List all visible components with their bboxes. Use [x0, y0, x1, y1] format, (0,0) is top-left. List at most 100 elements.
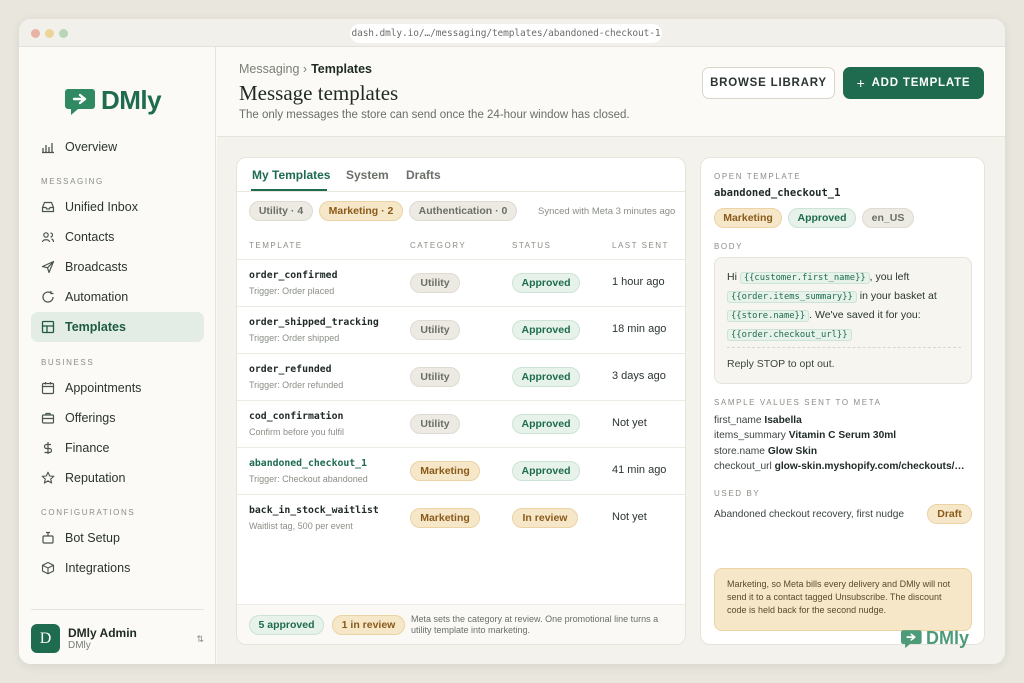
chat-logo-icon [65, 88, 95, 115]
table-row[interactable]: order_refunded Trigger: Order refunded U… [237, 353, 685, 400]
sample-value: Vitamin C Serum 30ml [788, 430, 897, 441]
breadcrumb-parent[interactable]: Messaging [239, 62, 299, 76]
brand-logo[interactable]: DMly [65, 85, 162, 116]
cube-icon [41, 561, 55, 575]
page-title: Message templates [239, 81, 399, 105]
used-by-automation[interactable]: Abandoned checkout recovery, first nudge [714, 509, 904, 520]
approved-count: 5 approved [249, 615, 324, 635]
sidebar: DMly Overview MESSAGING Unified Inbox Co… [19, 47, 216, 664]
star-icon [41, 471, 55, 484]
sidebar-item-overview[interactable]: Overview [31, 132, 204, 162]
sidebar-label: Automation [65, 290, 129, 304]
avatar: D [31, 624, 60, 653]
body-text-segment: , you left [869, 271, 910, 283]
close-dot[interactable] [31, 29, 40, 38]
sidebar-label: Offerings [65, 411, 116, 425]
table-row[interactable]: order_shipped_tracking Trigger: Order sh… [237, 306, 685, 353]
sidebar-item-reputation[interactable]: Reputation [31, 463, 204, 493]
section-business: BUSINESS [41, 358, 95, 367]
sample-value-row: first_name Isabella [714, 415, 802, 426]
table-row[interactable]: order_confirmed Trigger: Order placed Ut… [237, 259, 685, 306]
body-divider [727, 347, 961, 348]
minimize-dot[interactable] [45, 29, 54, 38]
last-sent: 1 hour ago [612, 276, 665, 288]
sample-key: first_name [714, 415, 762, 426]
plus-icon: + [856, 75, 866, 91]
opt-out-line: Reply STOP to opt out. [727, 358, 835, 370]
table-row[interactable]: abandoned_checkout_1 Trigger: Checkout a… [237, 447, 685, 494]
users-icon [41, 232, 55, 243]
used-by-status-badge: Draft [927, 504, 972, 524]
last-sent: 18 min ago [612, 323, 667, 335]
template-name: order_refunded [249, 364, 332, 375]
browse-library-button[interactable]: BROWSE LIBRARY [702, 67, 835, 99]
table-row[interactable]: cod_confirmation Confirm before you fulf… [237, 400, 685, 447]
sidebar-label: Finance [65, 441, 110, 455]
sidebar-item-appointments[interactable]: Appointments [31, 373, 204, 403]
body-text: Hi {{customer.first_name}}, you left {{o… [727, 268, 965, 344]
body-text-segment: . We've saved it for you: [809, 309, 921, 321]
sidebar-item-contacts[interactable]: Contacts [31, 222, 204, 252]
url-bar[interactable]: dash.dmly.io/…/messaging/templates/aband… [350, 24, 662, 43]
maximize-dot[interactable] [59, 29, 68, 38]
calendar-icon [41, 382, 55, 395]
chevron-updown-icon: ⇅ [196, 634, 204, 644]
refresh-icon [42, 291, 54, 303]
body-label: BODY [714, 242, 744, 251]
template-name: back_in_stock_waitlist [249, 505, 379, 516]
sidebar-item-broadcasts[interactable]: Broadcasts [31, 252, 204, 282]
filter-marketing[interactable]: Marketing · 2 [319, 201, 403, 221]
sidebar-item-unified-inbox[interactable]: Unified Inbox [31, 192, 204, 222]
sidebar-item-bot-setup[interactable]: Bot Setup [31, 523, 204, 553]
sidebar-item-templates[interactable]: Templates [31, 312, 204, 342]
sidebar-label: Unified Inbox [65, 200, 138, 214]
tab-system[interactable]: System [346, 168, 389, 182]
watermark-text: DMly [926, 628, 970, 648]
billing-note: Marketing, so Meta bills every delivery … [714, 568, 972, 631]
col-template: TEMPLATE [249, 241, 303, 250]
sample-values-label: SAMPLE VALUES SENT TO META [714, 398, 882, 407]
sidebar-item-finance[interactable]: Finance [31, 433, 204, 463]
detail-status-tag: Approved [788, 208, 856, 228]
section-messaging: MESSAGING [41, 177, 104, 186]
template-name: cod_confirmation [249, 411, 344, 422]
main-content: My Templates System Drafts Utility · 4 M… [217, 137, 1005, 664]
status-badge: Approved [512, 461, 580, 481]
user-menu[interactable]: D DMly Admin DMly ⇅ [31, 609, 204, 659]
category-badge: Marketing [410, 461, 480, 481]
tab-my-templates[interactable]: My Templates [252, 168, 330, 182]
templates-card: My Templates System Drafts Utility · 4 M… [236, 157, 686, 645]
col-status: STATUS [512, 241, 552, 250]
tab-drafts[interactable]: Drafts [406, 168, 441, 182]
table-row[interactable]: back_in_stock_waitlist Waitlist tag, 500… [237, 494, 685, 541]
template-name: abandoned_checkout_1 [249, 458, 367, 469]
category-badge: Marketing [410, 508, 480, 528]
sidebar-item-automation[interactable]: Automation [31, 282, 204, 312]
sidebar-label: Broadcasts [65, 260, 128, 274]
add-template-button[interactable]: + ADD TEMPLATE [843, 67, 984, 99]
dollar-icon [43, 442, 53, 454]
template-trigger: Confirm before you fulfil [249, 427, 345, 437]
last-sent: 3 days ago [612, 370, 666, 382]
status-badge: Approved [512, 414, 580, 434]
open-template-label: OPEN TEMPLATE [714, 172, 802, 181]
category-badge: Utility [410, 414, 460, 434]
sidebar-item-offerings[interactable]: Offerings [31, 403, 204, 433]
sample-value: Glow Skin [767, 446, 818, 457]
table-footer: 5 approved 1 in review Meta sets the cat… [237, 604, 685, 644]
tab-underline [251, 189, 327, 191]
filter-authentication[interactable]: Authentication · 0 [409, 201, 517, 221]
category-badge: Utility [410, 320, 460, 340]
used-by-label: USED BY [714, 489, 761, 498]
sidebar-item-integrations[interactable]: Integrations [31, 553, 204, 583]
variable-chip: {{store.name}} [727, 310, 810, 322]
sample-key: store.name [714, 446, 765, 457]
filter-utility[interactable]: Utility · 4 [249, 201, 313, 221]
send-icon [41, 260, 55, 274]
breadcrumb-current: Templates [311, 62, 372, 76]
body-text-segment: Hi [727, 271, 737, 283]
status-badge: Approved [512, 273, 580, 293]
page-header: Messaging › Templates Message templates T… [217, 47, 1005, 137]
breadcrumb: Messaging › Templates [239, 62, 372, 76]
sample-value-row: items_summary Vitamin C Serum 30ml [714, 430, 896, 441]
